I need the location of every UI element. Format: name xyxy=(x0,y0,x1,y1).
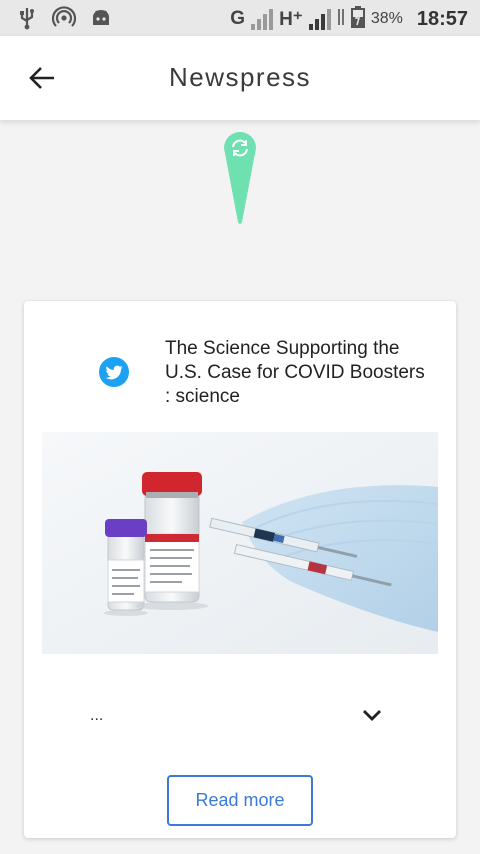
signal-icon xyxy=(308,8,331,30)
article-image xyxy=(42,432,438,654)
network-type-h: H⁺ xyxy=(279,8,303,30)
data-transfer-icon xyxy=(337,7,345,32)
network-type-g: G xyxy=(230,8,246,29)
article-card[interactable]: The Science Supporting the U.S. Case for… xyxy=(24,301,456,838)
clock: 18:57 xyxy=(416,7,468,30)
notification-icons xyxy=(16,6,112,35)
android-icon xyxy=(90,7,112,34)
battery-percent: 38% xyxy=(370,10,403,27)
status-bar: G H⁺ 38% 18:57 xyxy=(0,0,480,36)
signal-icon xyxy=(251,8,274,30)
article-title[interactable]: The Science Supporting the U.S. Case for… xyxy=(165,337,425,409)
battery-icon xyxy=(350,5,365,33)
hotspot-icon xyxy=(51,6,77,35)
article-excerpt: ... xyxy=(90,707,104,724)
pull-to-refresh-indicator xyxy=(222,130,258,226)
read-more-button[interactable]: Read more xyxy=(167,775,313,826)
expand-button[interactable] xyxy=(358,703,386,727)
usb-icon xyxy=(16,6,38,35)
app-bar: Newspress xyxy=(0,36,480,120)
twitter-icon xyxy=(98,356,130,388)
chevron-down-icon xyxy=(363,710,381,721)
system-status: G H⁺ 38% 18:57 xyxy=(230,5,468,33)
app-title: Newspress xyxy=(168,62,312,92)
